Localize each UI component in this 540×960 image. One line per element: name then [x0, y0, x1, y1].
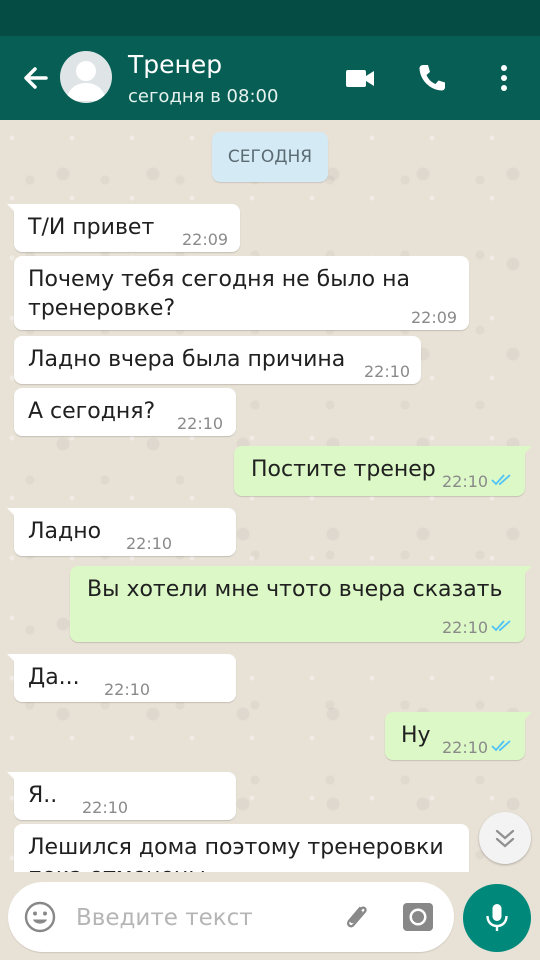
message-text: Ладно: [28, 519, 102, 544]
message-bubble-incoming[interactable]: Лешился дома поэтому тренеровки пока отм…: [14, 824, 469, 872]
message-bubble-incoming[interactable]: Ладно 22:10: [7, 508, 236, 556]
message-time: 22:10: [126, 534, 173, 553]
message-list[interactable]: СЕГОДНЯ Т/И привет 22:09 Почему тебя сег…: [0, 120, 540, 872]
message-time: 22:10: [442, 618, 489, 637]
message-text: Вы хотели мне чтото вчера сказать: [87, 577, 503, 602]
message-bubble-outgoing[interactable]: Постите тренер 22:10: [234, 446, 532, 496]
microphone-icon: [486, 904, 508, 931]
message-time: 22:10: [442, 738, 489, 757]
message-time: 22:10: [442, 472, 489, 491]
message-text: Т/И привет: [28, 215, 155, 240]
message-text: Ладно вчера была причина: [28, 347, 346, 372]
message-time: 22:10: [364, 362, 411, 381]
attach-paperclip-icon[interactable]: [338, 899, 374, 935]
message-text: Ну: [401, 723, 431, 748]
more-vertical-icon[interactable]: [484, 58, 524, 98]
message-bubble-incoming[interactable]: А сегодня? 22:10: [14, 388, 236, 436]
camera-icon[interactable]: [400, 899, 436, 935]
phone-call-icon[interactable]: [412, 58, 452, 98]
message-text: Постите тренер: [251, 457, 436, 482]
chat-screen: Тренер сегодня в 08:00 СЕГОДНЯ Т/И приве…: [0, 0, 540, 960]
contact-name[interactable]: Тренер: [128, 50, 222, 79]
scroll-down-chevron-icon: [495, 829, 515, 848]
message-time: 22:09: [411, 308, 458, 327]
message-bubble-incoming[interactable]: Ладно вчера была причина 22:10: [14, 336, 421, 384]
message-compose-field[interactable]: [8, 882, 454, 952]
chat-header: Тренер сегодня в 08:00: [0, 36, 540, 120]
message-bubble-incoming[interactable]: Т/И привет 22:09: [7, 204, 240, 252]
message-bubble-outgoing[interactable]: Вы хотели мне чтото вчера сказать 22:10: [70, 566, 532, 642]
message-bubble-incoming[interactable]: Я.. 22:10: [7, 772, 236, 820]
message-time: 22:10: [104, 680, 151, 699]
message-time: 22:10: [82, 798, 129, 817]
message-bubble-outgoing[interactable]: Ну 22:10: [385, 712, 532, 760]
read-double-check-icon: [491, 620, 511, 632]
status-bar: [0, 0, 540, 36]
video-call-icon[interactable]: [340, 58, 380, 98]
date-divider: СЕГОДНЯ: [212, 132, 328, 182]
scroll-down-button[interactable]: [479, 812, 531, 864]
message-time: 22:09: [182, 230, 229, 249]
read-double-check-icon: [491, 474, 511, 486]
contact-last-seen: сегодня в 08:00: [128, 86, 279, 107]
compose-bar: [0, 872, 540, 960]
message-time: 22:10: [177, 414, 224, 433]
microphone-button[interactable]: [463, 884, 531, 952]
message-text: А сегодня?: [28, 399, 156, 424]
message-text: Да...: [28, 665, 80, 690]
emoji-icon[interactable]: [22, 899, 58, 935]
avatar-placeholder-icon: [66, 61, 106, 101]
read-double-check-icon: [491, 740, 511, 752]
message-input[interactable]: [74, 900, 328, 936]
message-bubble-incoming[interactable]: Почему тебя сегодня не было на тренеровк…: [14, 256, 469, 330]
message-text: Лешился дома поэтому тренеровки пока отм…: [28, 835, 444, 872]
message-bubble-incoming[interactable]: Да... 22:10: [7, 654, 236, 702]
message-text: Почему тебя сегодня не было на тренеровк…: [28, 267, 410, 321]
contact-avatar[interactable]: [60, 51, 112, 103]
message-text: Я..: [28, 783, 58, 808]
back-arrow-icon[interactable]: [16, 58, 56, 98]
